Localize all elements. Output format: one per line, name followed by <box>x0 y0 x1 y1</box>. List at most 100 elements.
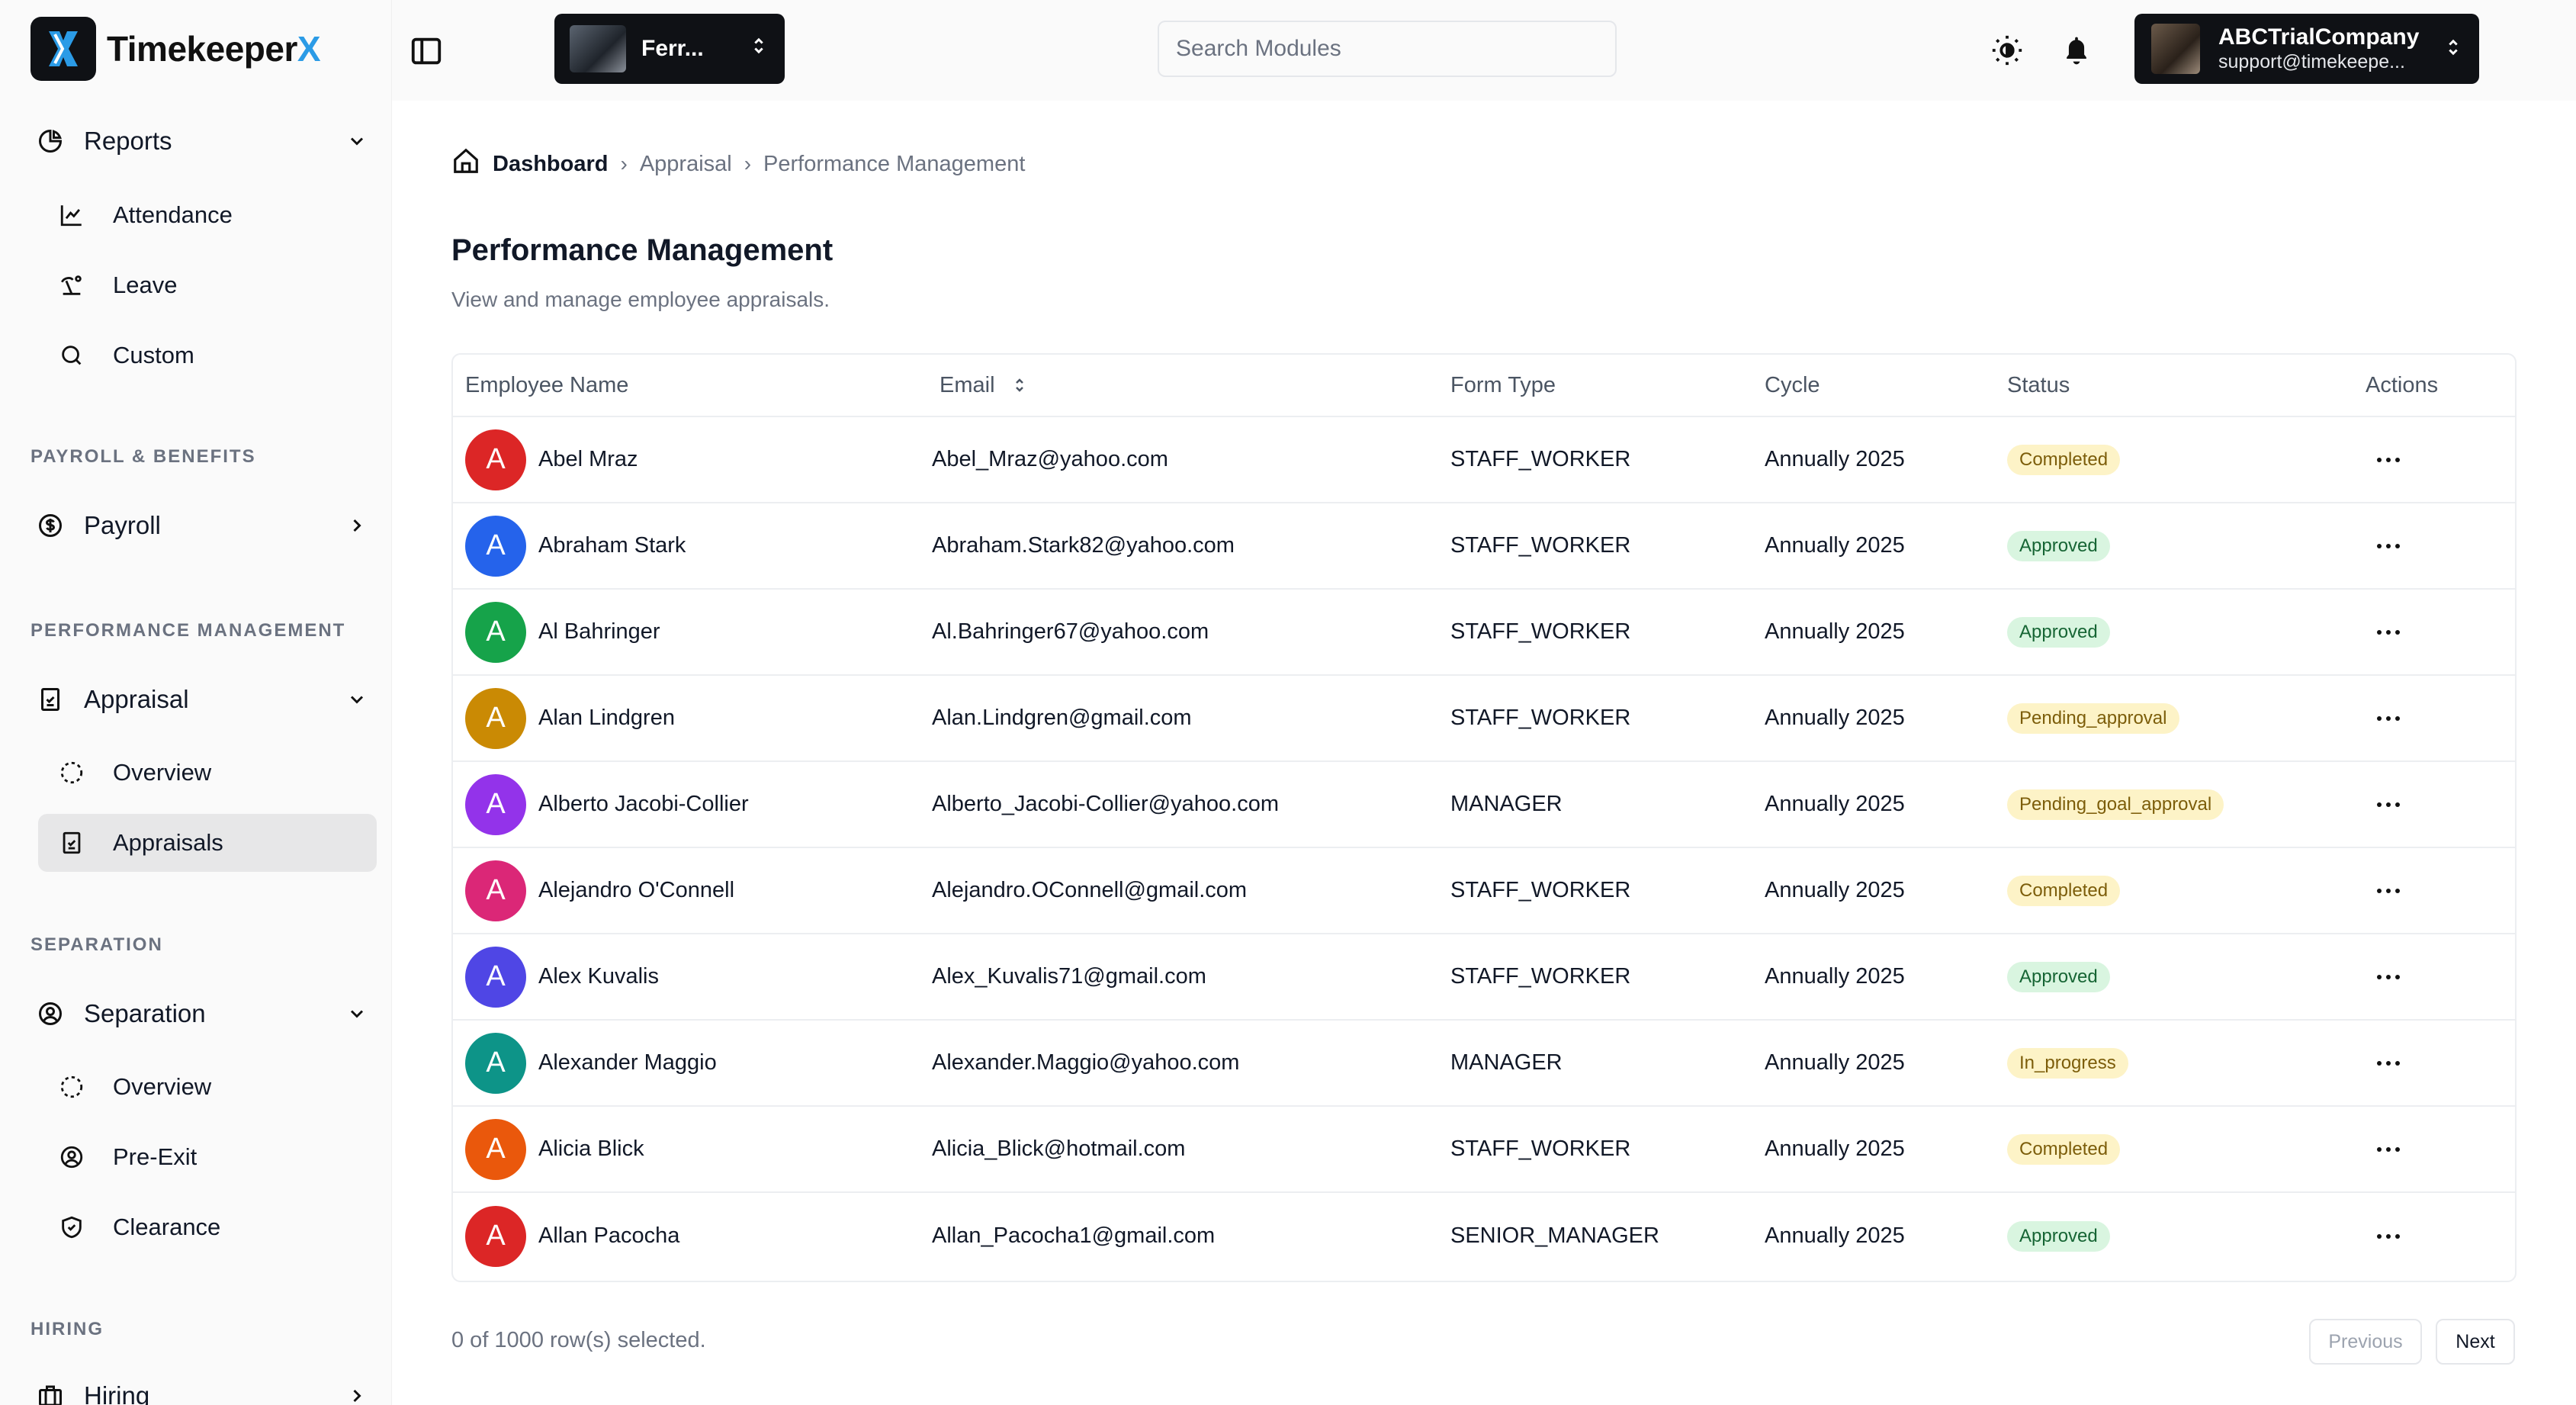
breadcrumb-appraisal[interactable]: Appraisal <box>640 152 732 177</box>
cell-email: Alex_Kuvalis71@gmail.com <box>932 964 1206 989</box>
sidebar-group-payroll[interactable]: Payroll <box>35 500 371 551</box>
more-horizontal-icon[interactable] <box>2367 876 2410 906</box>
avatar: A <box>465 1118 526 1180</box>
sidebar-item-custom[interactable]: Custom <box>38 326 377 384</box>
more-horizontal-icon[interactable] <box>2367 531 2410 561</box>
column-header-cycle: Cycle <box>1765 372 1820 397</box>
cell-employee-name: A Abraham Stark <box>453 515 920 577</box>
breadcrumb-separator: › <box>744 152 752 175</box>
account-company: ABCTrialCompany <box>2218 24 2420 50</box>
cell-status: Approved <box>1995 1220 2353 1252</box>
cell-cycle: Annually 2025 <box>1765 533 1905 558</box>
more-horizontal-icon[interactable] <box>2367 703 2410 734</box>
employee-name: Alejandro O'Connell <box>538 878 735 902</box>
appraisals-table: Employee Name Email Form Type Cycle Stat… <box>451 353 2517 1282</box>
table-row[interactable]: A Abraham Stark Abraham.Stark82@yahoo.co… <box>453 503 2515 590</box>
table-row[interactable]: A Al Bahringer Al.Bahringer67@yahoo.com … <box>453 590 2515 676</box>
cell-actions <box>2353 1048 2515 1079</box>
table-row[interactable]: A Allan Pacocha Allan_Pacocha1@gmail.com… <box>453 1193 2515 1279</box>
sidebar-item-appraisal-overview[interactable]: Overview <box>38 744 377 802</box>
more-horizontal-icon[interactable] <box>2367 1134 2410 1165</box>
cell-actions <box>2353 531 2515 561</box>
sidebar-item-label: Attendance <box>113 201 233 228</box>
sidebar-item-label: Custom <box>113 342 194 368</box>
table-row[interactable]: A Alex Kuvalis Alex_Kuvalis71@gmail.com … <box>453 934 2515 1021</box>
more-horizontal-icon[interactable] <box>2367 789 2410 820</box>
status-badge: Completed <box>2007 875 2121 906</box>
sidebar-toggle-icon[interactable] <box>409 34 444 69</box>
sort-icon[interactable] <box>1010 376 1029 394</box>
table-row[interactable]: A Alicia Blick Alicia_Blick@hotmail.com … <box>453 1107 2515 1193</box>
column-header-form-type: Form Type <box>1450 372 1556 397</box>
sidebar-item-separation-overview[interactable]: Overview <box>38 1058 377 1116</box>
cell-form-type: STAFF_WORKER <box>1450 964 1631 989</box>
cell-cycle: Annually 2025 <box>1765 619 1905 644</box>
sidebar-item-label: Clearance <box>113 1214 221 1240</box>
avatar: A <box>465 429 526 490</box>
search-modules-input[interactable] <box>1158 21 1617 77</box>
employee-name: Alexander Maggio <box>538 1050 717 1075</box>
brand[interactable]: TimekeeperX <box>31 17 321 81</box>
avatar: A <box>465 860 526 921</box>
home-icon[interactable] <box>451 146 480 182</box>
breadcrumb: Dashboard › Appraisal › Performance Mana… <box>451 147 1025 181</box>
table-row[interactable]: A Abel Mraz Abel_Mraz@yahoo.com STAFF_WO… <box>453 417 2515 503</box>
sidebar-group-appraisal[interactable]: Appraisal <box>35 674 371 725</box>
cell-form-type: STAFF_WORKER <box>1450 878 1631 902</box>
sidebar-item-label: Overview <box>113 759 212 786</box>
theme-toggle-icon[interactable] <box>1987 31 2027 70</box>
more-horizontal-icon[interactable] <box>2367 617 2410 648</box>
account-menu[interactable]: ABCTrialCompany support@timekeepe... <box>2134 14 2479 84</box>
sidebar-item-clearance[interactable]: Clearance <box>38 1198 377 1256</box>
cell-cycle: Annually 2025 <box>1765 964 1905 989</box>
dashed-circle-icon <box>56 757 87 788</box>
avatar: A <box>465 773 526 835</box>
next-page-button[interactable]: Next <box>2436 1319 2515 1365</box>
breadcrumb-current: Performance Management <box>763 151 1026 176</box>
sidebar-item-label: Leave <box>113 272 178 298</box>
cell-employee-name: A Al Bahringer <box>453 601 920 663</box>
sidebar-group-hiring[interactable]: Hiring <box>35 1370 371 1405</box>
cell-form-type: STAFF_WORKER <box>1450 1137 1631 1161</box>
cell-email: Alexander.Maggio@yahoo.com <box>932 1050 1240 1075</box>
line-chart-icon <box>56 200 87 230</box>
branch-selector[interactable]: Ferr... <box>554 14 785 84</box>
sidebar-item-label: Overview <box>113 1073 212 1100</box>
cell-cycle: Annually 2025 <box>1765 1050 1905 1075</box>
more-horizontal-icon[interactable] <box>2367 1048 2410 1079</box>
column-header-email-label: Email <box>940 372 995 397</box>
sidebar-group-label: Payroll <box>84 511 161 539</box>
beach-icon <box>56 270 87 301</box>
brand-name: TimekeeperX <box>107 29 321 69</box>
sidebar-group-reports[interactable]: Reports <box>35 115 371 167</box>
table-row[interactable]: A Alejandro O'Connell Alejandro.OConnell… <box>453 848 2515 934</box>
sidebar-group-separation[interactable]: Separation <box>35 988 371 1040</box>
column-header-email[interactable]: Email <box>920 373 1438 398</box>
more-horizontal-icon[interactable] <box>2367 445 2410 475</box>
cell-employee-name: A Alex Kuvalis <box>453 946 920 1008</box>
avatar: A <box>465 601 526 663</box>
table-row[interactable]: A Alberto Jacobi-Collier Alberto_Jacobi-… <box>453 762 2515 848</box>
more-horizontal-icon[interactable] <box>2367 962 2410 992</box>
cell-employee-name: A Alan Lindgren <box>453 687 920 749</box>
bell-icon[interactable] <box>2057 31 2096 70</box>
cell-employee-name: A Alexander Maggio <box>453 1032 920 1094</box>
status-badge: Approved <box>2007 530 2110 561</box>
more-horizontal-icon[interactable] <box>2367 1221 2410 1252</box>
previous-page-button[interactable]: Previous <box>2309 1319 2422 1365</box>
cell-cycle: Annually 2025 <box>1765 447 1905 471</box>
chevron-up-down-icon <box>748 35 769 63</box>
avatar: A <box>465 946 526 1008</box>
cell-status: Pending_goal_approval <box>1995 789 2353 820</box>
sidebar-item-appraisals[interactable]: Appraisals <box>38 814 377 872</box>
sidebar-item-pre-exit[interactable]: Pre-Exit <box>38 1128 377 1186</box>
sidebar-item-attendance[interactable]: Attendance <box>38 186 377 244</box>
cell-email: Abel_Mraz@yahoo.com <box>932 447 1168 471</box>
cell-email: Alan.Lindgren@gmail.com <box>932 706 1192 730</box>
sidebar-item-leave[interactable]: Leave <box>38 256 377 314</box>
cell-status: Approved <box>1995 961 2353 992</box>
cell-email: Al.Bahringer67@yahoo.com <box>932 619 1209 644</box>
table-row[interactable]: A Alan Lindgren Alan.Lindgren@gmail.com … <box>453 676 2515 762</box>
breadcrumb-dashboard[interactable]: Dashboard <box>493 152 608 177</box>
table-row[interactable]: A Alexander Maggio Alexander.Maggio@yaho… <box>453 1021 2515 1107</box>
